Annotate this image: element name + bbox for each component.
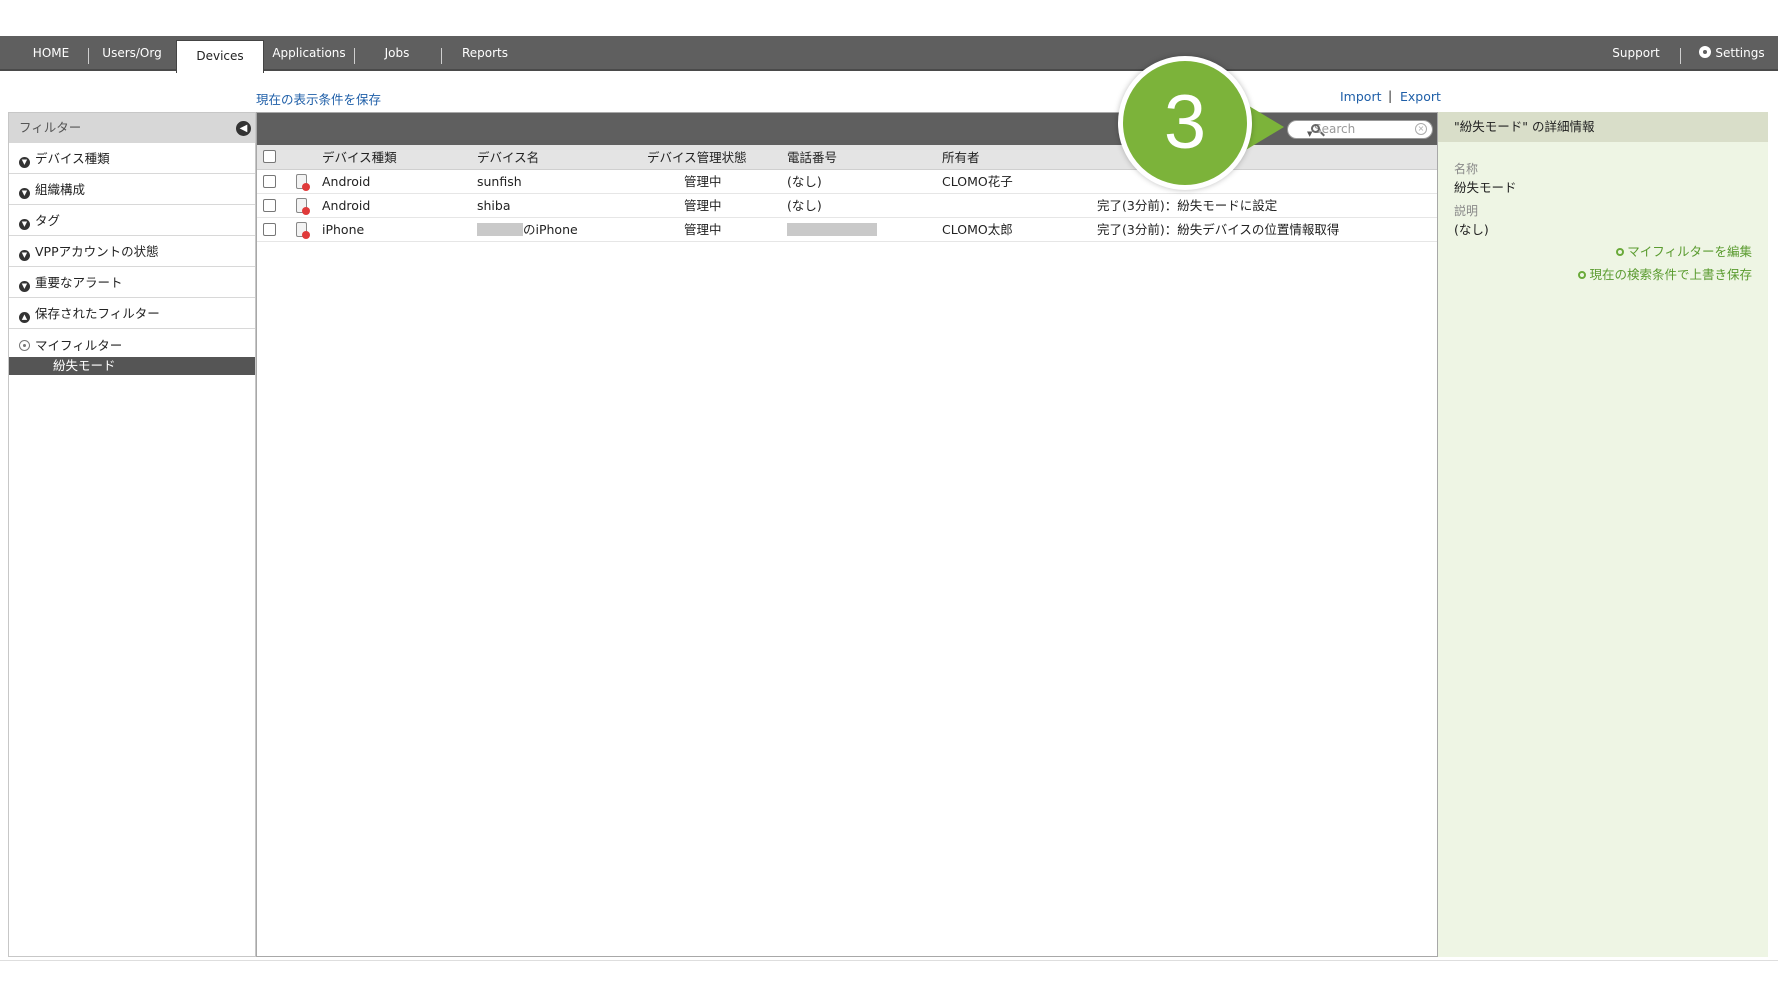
table-row[interactable]: Android sunfish 管理中 (なし) CLOMO花子 (257, 170, 1437, 194)
top-nav: HOME Users/Org Devices Applications Jobs… (0, 36, 1778, 73)
table-row[interactable]: Android shiba 管理中 (なし) 完了(3分前)：紛失モードに設定 (257, 194, 1437, 218)
tab-jobs[interactable]: Jobs (364, 36, 430, 71)
redacted-block (787, 223, 877, 236)
sidebar-title: フィルター (19, 120, 82, 135)
cell-device-name: のiPhone (477, 218, 578, 242)
sidebar-item-my-filter[interactable]: マイフィルター (9, 329, 255, 357)
cell-phone (787, 218, 877, 242)
cell-device-type: Android (322, 174, 371, 189)
sidebar-item-saved-filters[interactable]: ▲ 保存されたフィルター (9, 298, 255, 329)
row-checkbox[interactable] (263, 175, 276, 188)
cell-device-type: iPhone (322, 222, 365, 237)
column-header[interactable]: デバイス管理状態 (647, 145, 747, 170)
device-list-panel: Search ▼ × デバイス種類 デバイス名 デバイス管理状態 電話番号 所有… (256, 112, 1438, 957)
sidebar-item-tag[interactable]: ▼ タグ (9, 205, 255, 236)
device-alert-icon (296, 174, 310, 191)
filter-sidebar: フィルター ◀ ▼ デバイス種類 ▼ 組織構成 ▼ タグ ▼ VPPアカウントの状態 ▼… (8, 112, 256, 957)
sidebar-item-label: タグ (35, 213, 61, 228)
sidebar-item-label: 保存されたフィルター (35, 306, 160, 321)
select-all-checkbox[interactable] (263, 150, 276, 163)
circle-bullet-icon (1616, 248, 1625, 256)
tab-home[interactable]: HOME (18, 36, 84, 71)
collapse-icon[interactable]: ◀ (236, 121, 251, 136)
cell-device-name: shiba (477, 198, 511, 213)
chevron-down-icon: ▼ (19, 250, 30, 261)
table-row[interactable]: iPhone のiPhone 管理中 CLOMO太郎 完了(3分前)：紛失デバイ… (257, 218, 1437, 242)
caret-down-icon[interactable]: ▼ (1307, 131, 1312, 138)
column-header[interactable]: 所有者 (942, 145, 980, 170)
settings-label: Settings (1715, 46, 1765, 60)
details-panel: "紛失モード" の詳細情報 名称 紛失モード 説明 (なし) マイフィルターを編… (1438, 112, 1768, 957)
device-name-text: のiPhone (523, 222, 578, 237)
step-callout: 3 (1118, 56, 1252, 190)
nav-separator (1680, 48, 1681, 64)
description-label: 説明 (1454, 204, 1479, 218)
column-header[interactable]: デバイス種類 (322, 145, 397, 170)
description-value: (なし) (1454, 222, 1489, 237)
sidebar-item-label: 組織構成 (35, 182, 86, 197)
sidebar-item-device-type[interactable]: ▼ デバイス種類 (9, 143, 255, 174)
name-label: 名称 (1454, 162, 1479, 176)
cell-status: 管理中 (684, 198, 722, 213)
row-checkbox[interactable] (263, 223, 276, 236)
tab-users-org[interactable]: Users/Org (96, 36, 168, 71)
chevron-down-icon: ▼ (19, 219, 30, 230)
nav-separator (354, 48, 355, 64)
radio-icon (19, 340, 30, 351)
my-filter-selected[interactable]: 紛失モード (9, 357, 255, 375)
sidebar-item-label: VPPアカウントの状態 (35, 244, 159, 259)
clear-icon[interactable]: × (1415, 123, 1427, 135)
overwrite-save-label: 現在の検索条件で上書き保存 (1589, 267, 1752, 282)
sidebar-header: フィルター ◀ (9, 113, 255, 143)
overwrite-save-link[interactable]: 現在の検索条件で上書き保存 (1578, 264, 1752, 283)
sidebar-item-label: デバイス種類 (35, 151, 110, 166)
nav-separator (441, 48, 442, 64)
sidebar-item-alerts[interactable]: ▼ 重要なアラート (9, 267, 255, 298)
cell-owner: CLOMO花子 (942, 174, 1013, 189)
tab-devices[interactable]: Devices (176, 40, 264, 73)
sidebar-item-org[interactable]: ▼ 組織構成 (9, 174, 255, 205)
chevron-down-icon: ▼ (19, 157, 30, 168)
gear-icon (1699, 46, 1712, 58)
sidebar-item-label: マイフィルター (35, 338, 123, 353)
cell-status: 管理中 (684, 174, 722, 189)
tab-applications[interactable]: Applications (272, 36, 346, 71)
bottom-divider (0, 960, 1778, 961)
column-header[interactable]: デバイス名 (477, 145, 539, 170)
edit-filter-link[interactable]: マイフィルターを編集 (1616, 241, 1752, 260)
circle-bullet-icon (1578, 271, 1587, 279)
chevron-up-icon: ▲ (19, 312, 30, 323)
cell-job: 完了(3分前)：紛失モードに設定 (1097, 198, 1278, 213)
support-link[interactable]: Support (1600, 36, 1672, 71)
cell-owner: CLOMO太郎 (942, 222, 1013, 237)
column-header[interactable]: 電話番号 (787, 145, 837, 170)
edit-filter-label: マイフィルターを編集 (1627, 244, 1752, 259)
export-link[interactable]: Export (1400, 89, 1441, 104)
cell-status: 管理中 (684, 222, 722, 237)
cell-phone: (なし) (787, 174, 822, 189)
chevron-down-icon: ▼ (19, 281, 30, 292)
redacted-block (477, 223, 523, 236)
cell-job: 完了(3分前)：紛失デバイスの位置情報取得 (1097, 222, 1340, 237)
sidebar-item-vpp[interactable]: ▼ VPPアカウントの状態 (9, 236, 255, 267)
save-view-link[interactable]: 現在の表示条件を保存 (256, 89, 381, 108)
cell-device-name: sunfish (477, 174, 522, 189)
settings-link[interactable]: Settings (1692, 36, 1772, 71)
row-checkbox[interactable] (263, 199, 276, 212)
link-separator: | (1388, 88, 1393, 103)
cell-device-type: Android (322, 198, 371, 213)
nav-separator (88, 48, 89, 64)
device-alert-icon (296, 222, 310, 239)
chevron-down-icon: ▼ (19, 188, 30, 199)
import-link[interactable]: Import (1340, 89, 1382, 104)
sidebar-item-label: 重要なアラート (35, 275, 123, 290)
cell-phone: (なし) (787, 198, 822, 213)
name-value: 紛失モード (1454, 180, 1517, 195)
tab-reports[interactable]: Reports (450, 36, 520, 71)
details-title: "紛失モード" の詳細情報 (1438, 112, 1768, 142)
device-alert-icon (296, 198, 310, 215)
